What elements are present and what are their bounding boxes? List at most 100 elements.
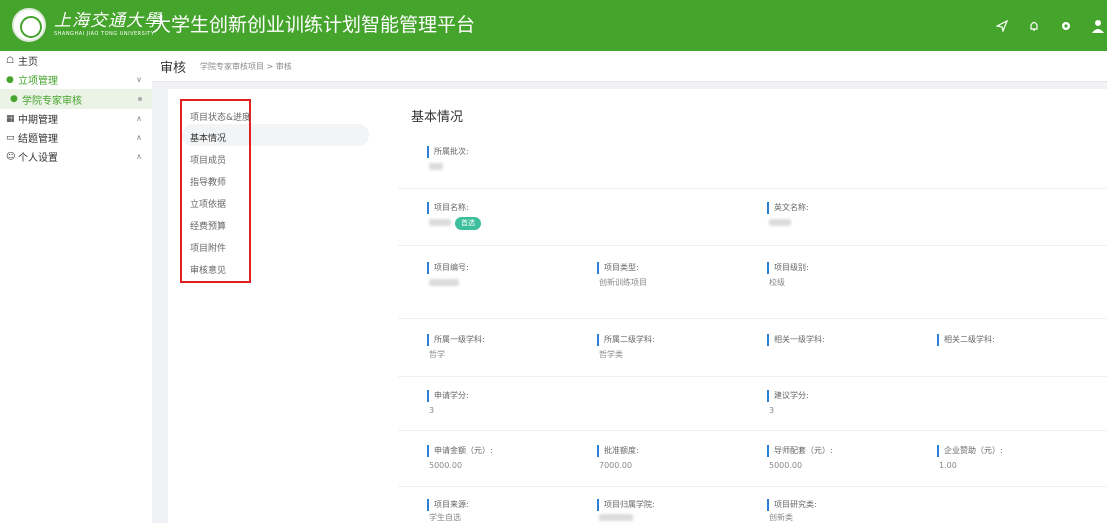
logo-text-cn: 上海交通大學 — [54, 11, 162, 31]
divider — [398, 486, 1107, 487]
field-label: 项目研究类: — [767, 499, 817, 511]
sidebar-item-label: 个人设置 — [18, 153, 58, 164]
field-value: 创新类 — [769, 513, 793, 522]
field-label: 项目来源: — [427, 499, 469, 511]
sidebar-item-label: 学院专家审核 — [22, 95, 82, 107]
field-label: 导师配套（元）: — [767, 445, 833, 457]
field-value: 创新训练项目 — [599, 278, 647, 287]
redacted-value — [429, 219, 451, 226]
field-value: 7000.00 — [599, 461, 633, 470]
chevron-up-icon: ∧ — [136, 114, 142, 123]
field-related-1: 相关一级学科: — [767, 334, 825, 346]
field-code: 项目编号: — [427, 262, 469, 288]
breadcrumb[interactable]: 学院专家审核项目 > 审核 — [200, 61, 292, 72]
field-label: 相关一级学科: — [767, 334, 825, 346]
content-header: 审核 学院专家审核项目 > 审核 — [152, 51, 1107, 82]
field-match: 导师配套（元）: 5000.00 — [767, 445, 833, 471]
field-value: 校级 — [769, 278, 785, 287]
field-value: 3 — [769, 406, 775, 415]
home-icon: ☖ — [6, 55, 15, 66]
field-college: 项目归属学院: — [597, 499, 655, 523]
field-sponsor: 企业赞助（元）: 1.00 — [937, 445, 1003, 471]
field-research: 项目研究类: 创新类 — [767, 499, 817, 523]
field-label: 项目编号: — [427, 262, 469, 274]
field-value: 1.00 — [939, 461, 957, 470]
nav-item-budget[interactable]: 经费预算 — [190, 219, 226, 232]
field-label: 项目名称: — [427, 202, 481, 214]
nav-item-teachers[interactable]: 指导教师 — [190, 175, 226, 188]
field-label: 申请学分: — [427, 390, 469, 402]
nav-item-status[interactable]: 项目状态&进度 — [190, 110, 251, 123]
top-bar: 上海交通大學 SHANGHAI JIAO TONG UNIVERSITY 大学生… — [0, 0, 1107, 51]
sidebar-item-mid[interactable]: ▦ 中期管理 ∧ — [0, 109, 152, 128]
nav-item-basic[interactable]: 基本情况 — [190, 131, 226, 144]
field-label: 所属一级学科: — [427, 334, 485, 346]
field-label: 项目级别: — [767, 262, 809, 274]
field-value: 哲学类 — [599, 350, 623, 359]
sidebar-subitem-expert-review[interactable]: ● 学院专家审核 — [0, 89, 152, 109]
sidebar-item-home[interactable]: ☖ 主页 — [0, 51, 152, 70]
field-label: 所属批次: — [427, 146, 469, 158]
divider — [398, 245, 1107, 246]
monitor-icon: ▭ — [6, 132, 15, 143]
divider — [398, 188, 1107, 189]
field-value: 5000.00 — [769, 461, 803, 470]
shield-icon: ● — [6, 74, 14, 85]
divider — [398, 430, 1107, 431]
field-type: 项目类型: 创新训练项目 — [597, 262, 647, 288]
status-dot — [138, 97, 142, 101]
field-approved: 批准额度: 7000.00 — [597, 445, 639, 471]
field-discipline-1: 所属一级学科: 哲学 — [427, 334, 485, 360]
field-label: 申请金额（元）: — [427, 445, 493, 457]
person-icon: ☺ — [6, 151, 16, 162]
divider — [398, 318, 1107, 319]
field-value: 5000.00 — [429, 461, 463, 470]
field-source: 项目来源: 学生自选 — [427, 499, 469, 523]
sidebar-item-personal[interactable]: ☺ 个人设置 ∧ — [0, 147, 152, 166]
gear-icon[interactable] — [1057, 17, 1075, 35]
chevron-up-icon: ∧ — [136, 152, 142, 161]
nav-item-review[interactable]: 审核意见 — [190, 263, 226, 276]
field-label: 项目归属学院: — [597, 499, 655, 511]
user-icon[interactable] — [1089, 17, 1107, 35]
redacted-value — [429, 279, 459, 286]
grid-icon: ▦ — [6, 113, 15, 124]
field-project-name: 项目名称: 首选 — [427, 202, 481, 230]
field-discipline-2: 所属二级学科: 哲学类 — [597, 334, 655, 360]
send-icon[interactable] — [993, 17, 1011, 35]
university-logo[interactable]: 上海交通大學 SHANGHAI JIAO TONG UNIVERSITY — [12, 8, 162, 42]
sidebar-item-label: 结题管理 — [18, 134, 58, 145]
app-title: 大学生创新创业训练计划智能管理平台 — [152, 14, 476, 36]
divider — [398, 376, 1107, 377]
field-batch: 所属批次: — [427, 146, 469, 172]
field-level: 项目级别: 校级 — [767, 262, 809, 288]
nav-item-basis[interactable]: 立项依据 — [190, 197, 226, 210]
redacted-value — [769, 219, 791, 226]
nav-item-attachments[interactable]: 项目附件 — [190, 241, 226, 254]
logo-text-en: SHANGHAI JIAO TONG UNIVERSITY — [54, 31, 155, 37]
sidebar-item-project[interactable]: ● 立项管理 ∨ — [0, 70, 152, 89]
shield-icon: ● — [10, 94, 18, 104]
sidebar-item-label: 立项管理 — [18, 76, 58, 87]
nav-item-members[interactable]: 项目成员 — [190, 153, 226, 166]
redacted-value — [599, 514, 633, 521]
seal-icon — [12, 8, 46, 42]
bell-icon[interactable] — [1025, 17, 1043, 35]
field-value: 哲学 — [429, 350, 445, 359]
field-en-name: 英文名称: — [767, 202, 809, 228]
nav-highlight-box — [180, 99, 251, 283]
sidebar-item-label: 中期管理 — [18, 115, 58, 126]
section-title: 基本情况 — [411, 110, 464, 125]
chevron-up-icon: ∧ — [136, 133, 142, 142]
sidebar-item-final[interactable]: ▭ 结题管理 ∧ — [0, 128, 152, 147]
field-credit-suggest: 建议学分: 3 — [767, 390, 809, 416]
field-amount: 申请金额（元）: 5000.00 — [427, 445, 493, 471]
field-related-2: 相关二级学科: — [937, 334, 995, 346]
sidebar-item-label: 主页 — [18, 57, 38, 68]
status-badge: 首选 — [455, 217, 481, 230]
redacted-value — [429, 163, 443, 170]
field-label: 建议学分: — [767, 390, 809, 402]
field-label: 项目类型: — [597, 262, 647, 274]
page-title: 审核 — [160, 60, 187, 76]
field-value: 学生自选 — [429, 513, 461, 522]
